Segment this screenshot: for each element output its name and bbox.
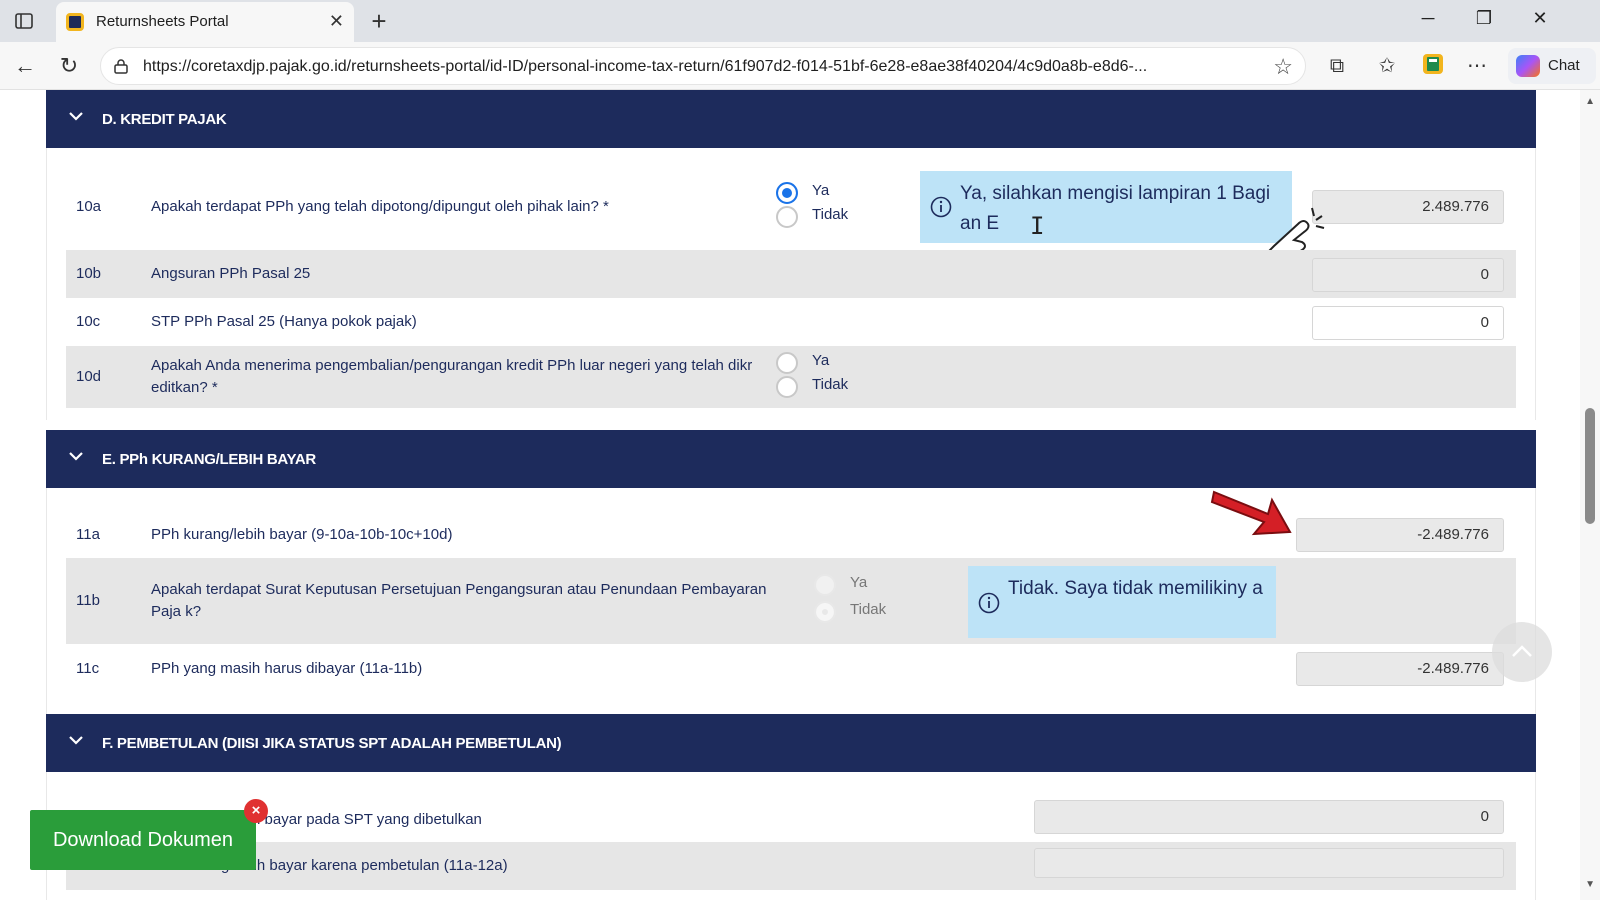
section-f-title: F. PEMBETULAN (DIISI JIKA STATUS SPT ADA… [102, 735, 562, 752]
tab-strip: Returnsheets Portal ✕ + ─ ❐ ✕ [0, 0, 1600, 42]
address-bar[interactable]: https://coretaxdjp.pajak.go.id/returnshe… [100, 47, 1306, 85]
site-info-icon[interactable] [113, 58, 129, 74]
row-label: Apakah terdapat PPh yang telah dipotong/… [151, 198, 609, 215]
value-field-10c[interactable]: 0 [1312, 306, 1504, 340]
back-icon[interactable]: ← [10, 52, 40, 80]
section-d-title: D. KREDIT PAJAK [102, 111, 227, 128]
new-tab-icon[interactable]: + [364, 6, 394, 37]
section-e-header[interactable]: E. PPh KURANG/LEBIH BAYAR [46, 430, 1536, 488]
tab-favicon-icon [66, 13, 84, 31]
radio-label: Ya [812, 352, 830, 369]
row-10b: 10b Angsuran PPh Pasal 25 [66, 250, 1516, 298]
chevron-down-icon[interactable] [68, 448, 84, 464]
radio-circle[interactable] [776, 206, 798, 228]
section-d-header[interactable]: D. KREDIT PAJAK [46, 90, 1536, 148]
row-code: 10a [76, 198, 102, 215]
value-field-12b[interactable] [1034, 848, 1504, 878]
browser-toolbar: ← ↻ https://coretaxdjp.pajak.go.id/retur… [0, 42, 1600, 90]
radio-circle[interactable] [776, 376, 798, 398]
text-cursor-icon: I [1030, 212, 1045, 240]
chat-label: Chat [1548, 57, 1580, 74]
info-text: Ya, silahkan mengisi lampiran 1 Bagi an … [960, 183, 1271, 234]
row-label: PPh kurang/lebih bayar (9-10a-10b-10c+10… [151, 526, 453, 543]
browser-tab[interactable]: Returnsheets Portal ✕ [56, 2, 354, 42]
row-11b: 11b Apakah terdapat Surat Keputusan Pers… [66, 558, 1516, 644]
section-f-header[interactable]: F. PEMBETULAN (DIISI JIKA STATUS SPT ADA… [46, 714, 1536, 772]
radio-circle[interactable] [814, 601, 836, 623]
row-code: 10c [76, 313, 101, 330]
row-10c: 10c STP PPh Pasal 25 (Hanya pokok pajak) [66, 298, 1516, 346]
info-tooltip-10a: Ya, silahkan mengisi lampiran 1 Bagi an … [920, 171, 1292, 243]
value-field-11c[interactable]: -2.489.776 [1296, 652, 1504, 686]
row-code: 11b [76, 592, 100, 609]
close-download-icon[interactable]: × [244, 799, 268, 823]
info-icon [930, 196, 952, 218]
row-label: Apakah Anda menerima pengembalian/pengur… [151, 357, 753, 396]
minimize-icon[interactable]: ─ [1408, 8, 1448, 29]
info-icon [978, 592, 1000, 614]
copilot-chat-button[interactable]: Chat [1508, 48, 1596, 84]
radio-label: Tidak [812, 206, 849, 223]
radio-label: Tidak [850, 601, 887, 618]
row-label: h bayar pada SPT yang dibetulkan [252, 811, 482, 828]
row-label: PPh yang masih harus dibayar (11a-11b) [151, 660, 423, 677]
page-scrollbar[interactable]: ▲ ▼ [1580, 90, 1600, 900]
close-window-icon[interactable]: ✕ [1520, 8, 1560, 29]
chevron-down-icon[interactable] [68, 108, 84, 124]
red-arrow-icon [1210, 490, 1292, 536]
restore-icon[interactable]: ❐ [1464, 8, 1504, 29]
scroll-up-icon[interactable]: ▲ [1585, 96, 1595, 107]
download-document-button[interactable]: Download Dokumen [30, 810, 256, 870]
radio-circle[interactable] [776, 352, 798, 374]
row-code: 11c [76, 660, 100, 677]
back-to-top-button[interactable] [1492, 622, 1552, 682]
chevron-up-icon [1512, 645, 1532, 657]
copilot-icon [1516, 55, 1540, 77]
radio-circle[interactable] [814, 574, 836, 596]
row-code: 11a [76, 526, 100, 543]
row-label: Angsuran PPh Pasal 25 [151, 265, 311, 282]
reload-icon[interactable]: ↻ [54, 52, 84, 80]
row-code: 10b [76, 265, 102, 282]
favorites-icon[interactable]: ✩ [1372, 52, 1402, 80]
radio-label: Ya [812, 182, 830, 199]
row-label: STP PPh Pasal 25 (Hanya pokok pajak) [151, 313, 417, 330]
value-field-11a[interactable]: -2.489.776 [1296, 518, 1504, 552]
tab-actions-icon[interactable] [10, 8, 38, 34]
radio-label: Tidak [812, 376, 849, 393]
more-menu-icon[interactable]: ⋯ [1462, 52, 1492, 80]
scroll-thumb[interactable] [1585, 408, 1595, 524]
tab-title: Returnsheets Portal [96, 13, 229, 30]
row-code: 10d [76, 368, 102, 385]
section-e-title: E. PPh KURANG/LEBIH BAYAR [102, 451, 316, 468]
value-field-10b[interactable]: 0 [1312, 258, 1504, 292]
row-label: Apakah terdapat Surat Keputusan Persetuj… [151, 581, 767, 620]
scroll-down-icon[interactable]: ▼ [1585, 879, 1595, 890]
chevron-down-icon[interactable] [68, 732, 84, 748]
page-content: D. KREDIT PAJAK 10a Apakah terdapat PPh … [0, 90, 1600, 900]
radio-circle[interactable] [776, 182, 798, 204]
extensions-icon[interactable]: ⧉ [1322, 52, 1352, 80]
info-tooltip-11b: Tidak. Saya tidak memilikiny a [968, 566, 1276, 638]
info-text: Tidak. Saya tidak memilikiny a [1008, 578, 1263, 599]
value-field-12a[interactable]: 0 [1034, 800, 1504, 834]
value-field-10a[interactable]: 2.489.776 [1312, 190, 1504, 224]
calculator-extension-icon[interactable] [1418, 52, 1448, 80]
url-text[interactable]: https://coretaxdjp.pajak.go.id/returnshe… [143, 58, 1253, 76]
radio-label: Ya [850, 574, 868, 591]
close-tab-icon[interactable]: ✕ [329, 11, 344, 32]
favorite-star-icon[interactable]: ☆ [1273, 54, 1293, 80]
